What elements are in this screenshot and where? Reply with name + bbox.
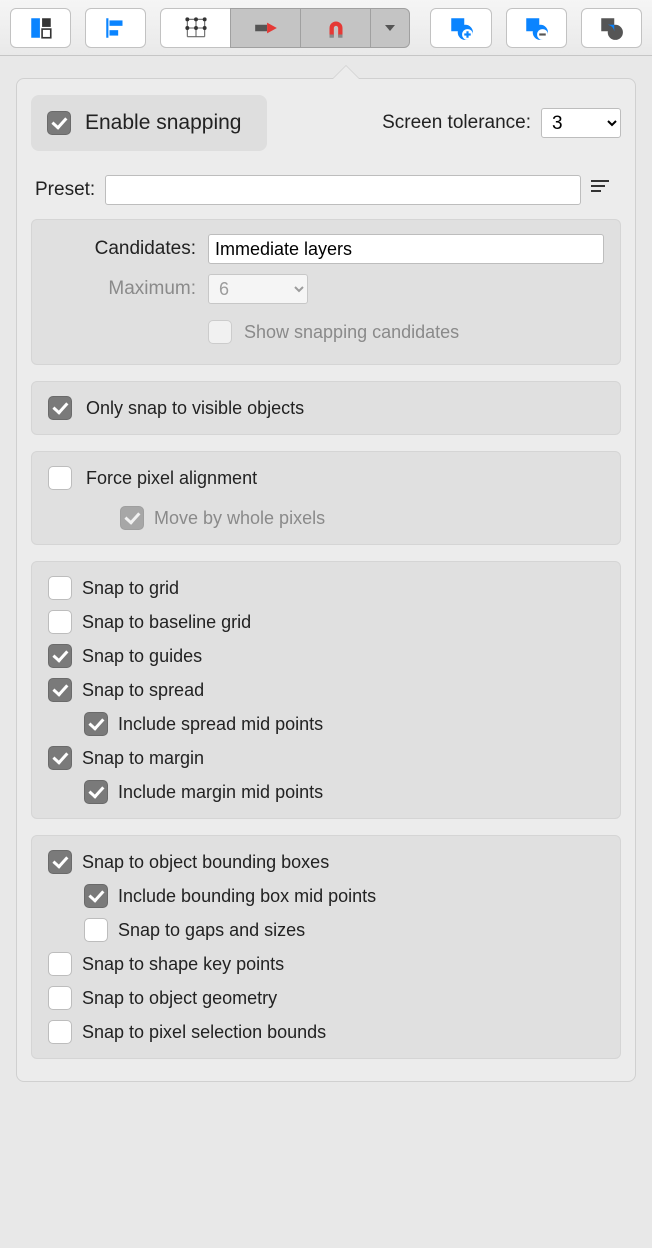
snap-margin-label: Snap to margin xyxy=(82,748,204,769)
key-points-label: Snap to shape key points xyxy=(82,954,284,975)
snap-grid-check[interactable] xyxy=(48,576,72,600)
candidates-section: Candidates: Maximum: 6 Show snapping can… xyxy=(31,219,621,365)
magnet-icon[interactable] xyxy=(300,8,370,48)
enable-snapping-label: Enable snapping xyxy=(85,111,241,135)
snapping-panel: Enable snapping Screen tolerance: 3 Pres… xyxy=(16,78,636,1082)
snap-arrow-icon[interactable] xyxy=(230,8,300,48)
snap-guides-check[interactable] xyxy=(48,644,72,668)
whole-pixels-check[interactable] xyxy=(120,506,144,530)
force-pixel-label: Force pixel alignment xyxy=(86,468,257,489)
shape-intersect-icon[interactable] xyxy=(581,8,642,48)
bbox-check[interactable] xyxy=(48,850,72,874)
snap-margin-check[interactable] xyxy=(48,746,72,770)
snap-guides-label: Snap to guides xyxy=(82,646,202,667)
pixel-section: Force pixel alignment Move by whole pixe… xyxy=(31,451,621,545)
align-left-icon[interactable] xyxy=(85,8,146,48)
snap-grid-label: Snap to grid xyxy=(82,578,179,599)
key-points-check[interactable] xyxy=(48,952,72,976)
gaps-label: Snap to gaps and sizes xyxy=(118,920,305,941)
pixsel-check[interactable] xyxy=(48,1020,72,1044)
whole-pixels-label: Move by whole pixels xyxy=(154,508,325,529)
gaps-check[interactable] xyxy=(84,918,108,942)
snap-baseline-check[interactable] xyxy=(48,610,72,634)
margin-mid-label: Include margin mid points xyxy=(118,782,323,803)
bbox-mid-label: Include bounding box mid points xyxy=(118,886,376,907)
snap-object-section: Snap to object bounding boxes Include bo… xyxy=(31,835,621,1059)
toolbar xyxy=(0,0,652,56)
geometry-label: Snap to object geometry xyxy=(82,988,277,1009)
maximum-label: Maximum: xyxy=(48,278,196,300)
preset-menu-icon[interactable] xyxy=(591,180,617,200)
visible-section: Only snap to visible objects xyxy=(31,381,621,435)
snap-baseline-label: Snap to baseline grid xyxy=(82,612,251,633)
shape-subtract-icon[interactable] xyxy=(506,8,567,48)
spread-mid-check[interactable] xyxy=(84,712,108,736)
margin-mid-check[interactable] xyxy=(84,780,108,804)
tolerance-select[interactable]: 3 xyxy=(541,108,621,138)
force-pixel-check[interactable] xyxy=(48,466,72,490)
snap-spread-label: Snap to spread xyxy=(82,680,204,701)
snap-button-group xyxy=(160,8,416,48)
preset-row: Preset: xyxy=(31,169,621,219)
tolerance-label: Screen tolerance: xyxy=(382,112,531,134)
visible-check[interactable] xyxy=(48,396,72,420)
shape-add-icon[interactable] xyxy=(430,8,491,48)
pixsel-label: Snap to pixel selection bounds xyxy=(82,1022,326,1043)
dropdown-arrow-icon[interactable] xyxy=(370,8,410,48)
tolerance-row: Screen tolerance: 3 xyxy=(382,108,621,138)
snap-spread-check[interactable] xyxy=(48,678,72,702)
candidates-label: Candidates: xyxy=(48,238,196,260)
maximum-select[interactable]: 6 xyxy=(208,274,308,304)
snap-basics-section: Snap to grid Snap to baseline grid Snap … xyxy=(31,561,621,819)
show-candidates-label: Show snapping candidates xyxy=(244,322,459,343)
spread-mid-label: Include spread mid points xyxy=(118,714,323,735)
bbox-label: Snap to object bounding boxes xyxy=(82,852,329,873)
grid-icon[interactable] xyxy=(160,8,230,48)
enable-snapping-check[interactable] xyxy=(47,111,71,135)
preset-label: Preset: xyxy=(35,179,95,201)
geometry-check[interactable] xyxy=(48,986,72,1010)
layout-columns-icon[interactable] xyxy=(10,8,71,48)
bbox-mid-check[interactable] xyxy=(84,884,108,908)
candidates-input[interactable] xyxy=(208,234,604,264)
enable-snapping-row: Enable snapping xyxy=(31,95,267,151)
preset-input[interactable] xyxy=(105,175,581,205)
visible-label: Only snap to visible objects xyxy=(86,398,304,419)
show-candidates-check[interactable] xyxy=(208,320,232,344)
